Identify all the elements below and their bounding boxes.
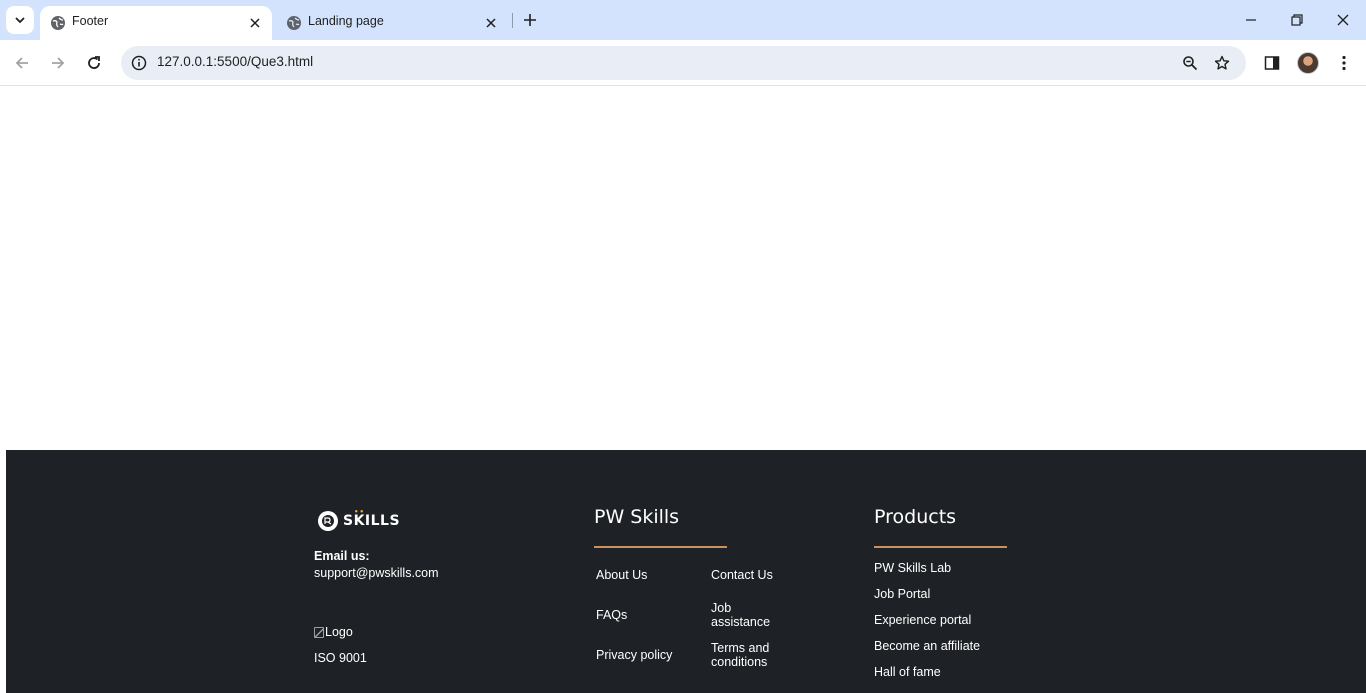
new-tab-button[interactable] xyxy=(518,8,542,32)
link-job-assistance[interactable]: Job assistance xyxy=(711,601,773,629)
browser-toolbar: 127.0.0.1:5500/Que3.html xyxy=(0,40,1366,86)
pw-logo-icon xyxy=(318,511,338,531)
page-viewport: •• SKILLS Email us: support@pwskills.com… xyxy=(0,87,1366,693)
link-experience-portal[interactable]: Experience portal xyxy=(874,613,971,627)
forward-button[interactable] xyxy=(44,49,72,77)
link-terms-and-conditions[interactable]: Terms and conditions xyxy=(711,641,781,669)
email-label: Email us: xyxy=(314,549,370,563)
close-tab-icon[interactable] xyxy=(246,14,264,32)
tab-footer[interactable]: Footer xyxy=(40,6,272,40)
kebab-menu-icon xyxy=(1342,55,1346,71)
close-icon xyxy=(1337,14,1349,26)
chevron-down-icon xyxy=(15,17,25,24)
broken-image-icon xyxy=(314,626,324,638)
link-job-portal[interactable]: Job Portal xyxy=(874,587,930,601)
tab-separator xyxy=(512,13,513,28)
broken-image: Logo xyxy=(314,625,353,639)
tab-landing-page[interactable]: Landing page xyxy=(276,6,508,40)
logo-accent-dots: •• xyxy=(354,508,365,516)
link-pw-skills-lab[interactable]: PW Skills Lab xyxy=(874,561,951,575)
restore-button[interactable] xyxy=(1274,0,1320,40)
close-window-button[interactable] xyxy=(1320,0,1366,40)
tab-title: Footer xyxy=(72,14,109,28)
logo-wordmark: •• SKILLS xyxy=(343,508,401,529)
close-tab-icon[interactable] xyxy=(482,14,500,32)
bookmark-star-icon[interactable] xyxy=(1212,53,1232,73)
side-panel-icon xyxy=(1264,56,1280,70)
link-contact-us[interactable]: Contact Us xyxy=(711,568,773,582)
side-panel-button[interactable] xyxy=(1258,49,1286,77)
tab-search-button[interactable] xyxy=(6,6,34,34)
profile-button[interactable] xyxy=(1294,49,1322,77)
iso-certification: ISO 9001 xyxy=(314,651,367,665)
site-info-icon[interactable] xyxy=(129,53,149,73)
reload-button[interactable] xyxy=(80,49,108,77)
back-button[interactable] xyxy=(8,49,36,77)
products-heading: Products xyxy=(874,506,957,528)
avatar xyxy=(1297,52,1319,74)
url-text[interactable]: 127.0.0.1:5500/Que3.html xyxy=(157,54,313,69)
plus-icon xyxy=(524,14,536,26)
menu-button[interactable] xyxy=(1330,49,1358,77)
arrow-right-icon xyxy=(52,57,65,69)
logo-text: SKILLS xyxy=(343,513,401,529)
zoom-icon[interactable] xyxy=(1180,53,1200,73)
minimize-button[interactable] xyxy=(1228,0,1274,40)
link-privacy-policy[interactable]: Privacy policy xyxy=(596,648,672,662)
link-faqs[interactable]: FAQs xyxy=(596,608,627,622)
heading-divider xyxy=(874,546,1007,548)
globe-icon xyxy=(287,16,301,30)
link-become-an-affiliate[interactable]: Become an affiliate xyxy=(874,639,980,653)
heading-divider xyxy=(594,546,727,548)
reload-icon xyxy=(88,56,100,69)
email-address[interactable]: support@pwskills.com xyxy=(314,566,439,580)
pw-skills-logo[interactable]: •• SKILLS xyxy=(318,508,401,531)
link-about-us[interactable]: About Us xyxy=(596,568,647,582)
tab-strip: Footer Landing page xyxy=(0,0,1366,40)
site-footer: •• SKILLS Email us: support@pwskills.com… xyxy=(6,450,1366,693)
minimize-icon xyxy=(1246,19,1256,21)
image-alt-text: Logo xyxy=(325,625,353,639)
link-hall-of-fame[interactable]: Hall of fame xyxy=(874,665,941,679)
address-bar[interactable]: 127.0.0.1:5500/Que3.html xyxy=(121,46,1246,80)
tab-title: Landing page xyxy=(308,14,384,28)
restore-icon xyxy=(1291,14,1303,26)
globe-icon xyxy=(51,16,65,30)
pw-skills-heading: PW Skills xyxy=(594,506,680,528)
arrow-left-icon xyxy=(15,57,28,69)
